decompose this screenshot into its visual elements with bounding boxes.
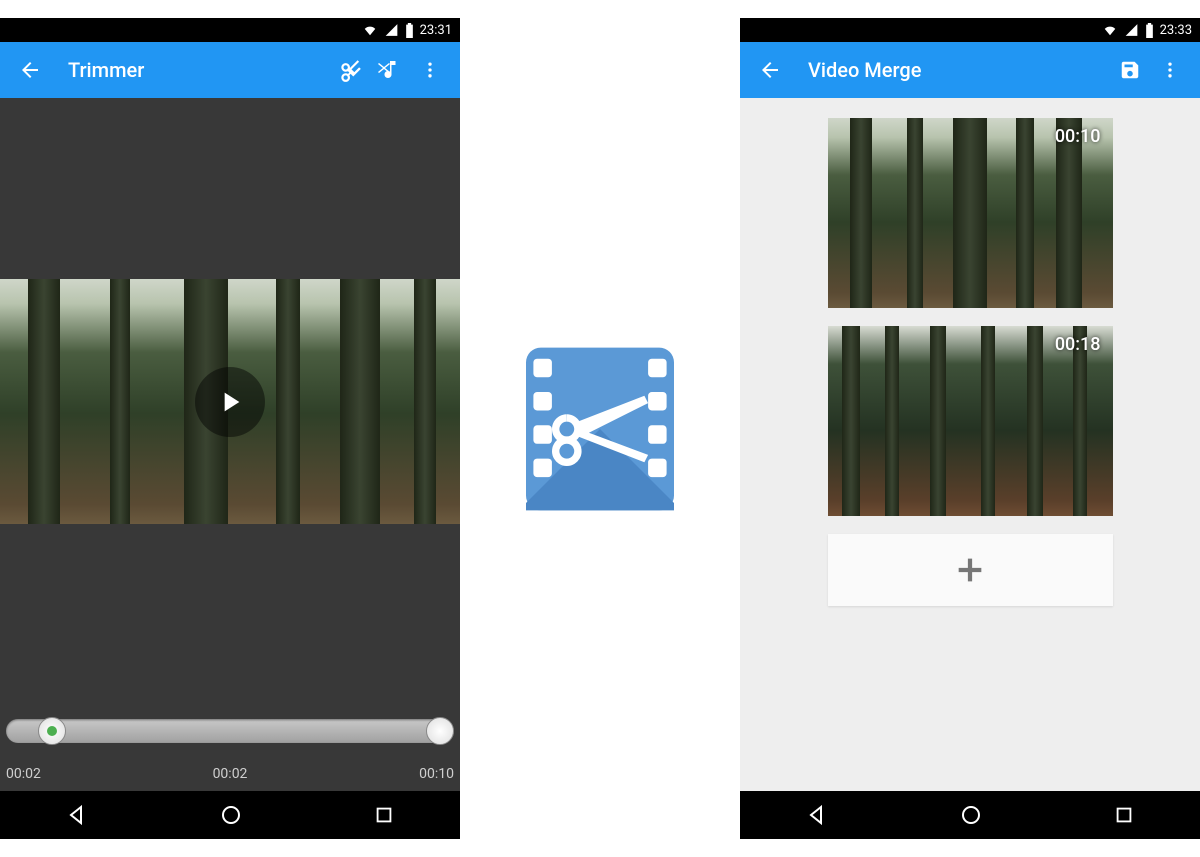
- trim-start-handle[interactable]: [38, 717, 66, 745]
- page-title: Trimmer: [68, 58, 330, 82]
- nav-recent-icon[interactable]: [1113, 804, 1135, 826]
- clip-duration: 00:18: [1055, 334, 1101, 355]
- timecode-row: 00:02 00:02 00:10: [0, 757, 460, 791]
- nav-back-icon[interactable]: [65, 803, 89, 827]
- nav-home-icon[interactable]: [959, 803, 983, 827]
- trimmer-body: 00:02 00:02 00:10: [0, 98, 460, 791]
- video-preview-area: [0, 98, 460, 705]
- add-clip-button[interactable]: [828, 534, 1113, 606]
- nav-home-icon[interactable]: [219, 803, 243, 827]
- trim-end-handle[interactable]: [426, 717, 454, 745]
- start-time-label: 00:02: [6, 766, 41, 782]
- save-icon: [1119, 59, 1141, 81]
- save-button[interactable]: [1110, 50, 1150, 90]
- signal-icon: [384, 23, 399, 37]
- toolbar: Video Merge: [740, 42, 1200, 98]
- clip-item[interactable]: 00:18: [828, 326, 1113, 516]
- scissors-icon: [337, 57, 363, 83]
- wifi-icon: [1102, 23, 1118, 37]
- status-bar: 23:33: [740, 18, 1200, 42]
- trim-slider[interactable]: [0, 705, 460, 757]
- status-time: 23:33: [1160, 23, 1192, 38]
- music-cut-button[interactable]: [370, 50, 410, 90]
- nav-bar: [740, 791, 1200, 839]
- nav-recent-icon[interactable]: [373, 804, 395, 826]
- back-button[interactable]: [10, 50, 50, 90]
- battery-icon: [1145, 23, 1154, 38]
- more-vert-icon: [420, 59, 440, 81]
- app-logo: [508, 336, 693, 521]
- status-time: 23:31: [420, 23, 452, 38]
- nav-bar: [0, 791, 460, 839]
- play-icon: [214, 386, 246, 418]
- clip-item[interactable]: 00:10: [828, 118, 1113, 308]
- toolbar: Trimmer: [0, 42, 460, 98]
- music-cut-icon: [376, 57, 404, 83]
- overflow-button[interactable]: [1150, 50, 1190, 90]
- current-time-label: 00:02: [213, 766, 248, 782]
- clip-duration: 00:10: [1055, 126, 1101, 147]
- phone-trimmer: 23:31 Trimmer: [0, 18, 460, 839]
- video-frame[interactable]: [0, 279, 460, 524]
- more-vert-icon: [1160, 59, 1180, 81]
- signal-icon: [1124, 23, 1139, 37]
- overflow-button[interactable]: [410, 50, 450, 90]
- phone-merge: 23:33 Video Merge: [740, 18, 1200, 839]
- status-bar: 23:31: [0, 18, 460, 42]
- slider-track: [6, 719, 454, 743]
- end-time-label: 00:10: [419, 766, 454, 782]
- wifi-icon: [362, 23, 378, 37]
- trim-cut-button[interactable]: [330, 50, 370, 90]
- battery-icon: [405, 23, 414, 38]
- merge-body: 00:10 00:18: [740, 98, 1200, 791]
- back-button[interactable]: [750, 50, 790, 90]
- page-title: Video Merge: [808, 58, 1110, 82]
- plus-icon: [953, 553, 987, 587]
- play-button[interactable]: [195, 367, 265, 437]
- nav-back-icon[interactable]: [805, 803, 829, 827]
